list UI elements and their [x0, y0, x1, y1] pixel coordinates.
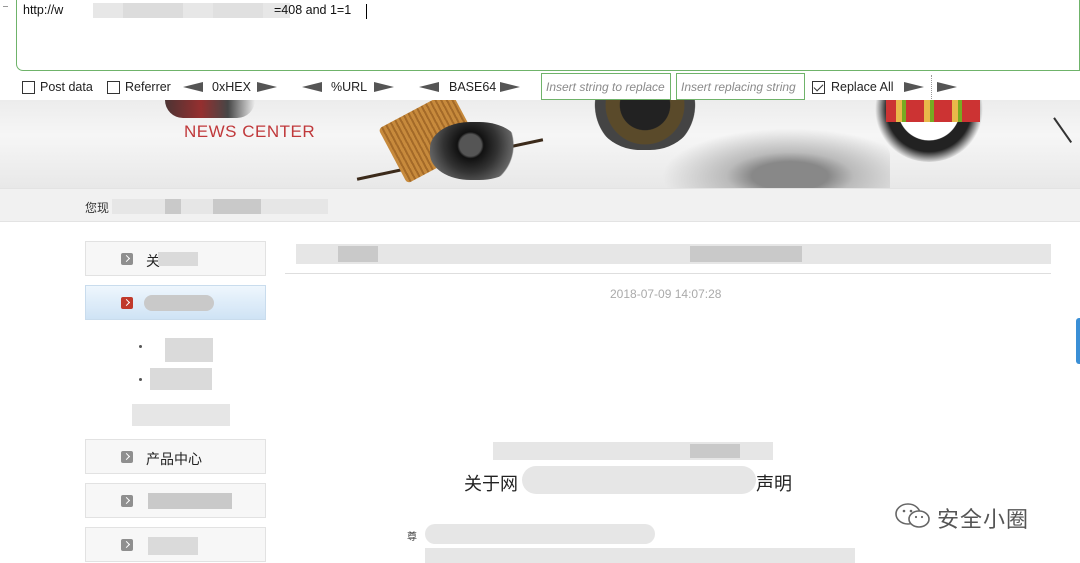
product-photo-strip: [886, 100, 980, 122]
sidebar-item-about[interactable]: 关: [85, 241, 266, 276]
toolbar-separator: [931, 75, 932, 99]
body-redaction-blur: [425, 524, 655, 544]
replace-all-checkbox[interactable]: [812, 81, 825, 94]
url-redaction-blur: [93, 3, 290, 18]
hex-decode-arrow-icon[interactable]: [183, 82, 203, 92]
publish-date: 2018-07-09 14:07:28: [610, 287, 722, 301]
label-redaction-blur: [158, 252, 198, 266]
url-decode-arrow-icon[interactable]: [302, 82, 322, 92]
salutation-text: 尊: [407, 532, 417, 543]
sidebar-item-products[interactable]: 产品中心: [85, 439, 266, 474]
feedback-side-tab[interactable]: [1076, 318, 1080, 364]
url-text: http://w: [23, 3, 64, 17]
label-redaction-blur: [148, 537, 198, 555]
watermark-text: 安全小圈: [937, 507, 1030, 532]
url-suffix-text: =408 and 1=1: [274, 3, 352, 17]
chevron-right-icon: [121, 253, 133, 265]
chevron-right-icon: [121, 495, 133, 507]
chevron-right-icon: [121, 451, 133, 463]
sidebar-item-5[interactable]: [85, 527, 266, 562]
base64-encode-arrow-icon[interactable]: [500, 82, 520, 92]
replace-arrow-icon[interactable]: [904, 82, 924, 92]
post-data-checkbox[interactable]: [22, 81, 35, 94]
subitem-redaction-blur[interactable]: [165, 338, 213, 362]
window-edge-mark: [3, 6, 8, 7]
blur-block: [690, 246, 802, 262]
sidebar-item-4[interactable]: [85, 483, 266, 518]
breadcrumb: 您现: [0, 188, 1080, 222]
bullet-icon: [139, 345, 142, 348]
declaration-heading-start: 关于网: [464, 474, 518, 494]
chevron-right-icon: [121, 539, 133, 551]
insert-string-input[interactable]: Insert string to replace: [541, 73, 671, 100]
wechat-icon: [895, 503, 930, 528]
base64-label: BASE64: [449, 80, 497, 94]
referrer-label[interactable]: Referrer: [125, 80, 171, 94]
declaration-heading-end: 声明: [756, 474, 792, 494]
breadcrumb-prefix: 您现: [85, 201, 110, 215]
url-textarea[interactable]: http://w =408 and 1=1: [16, 0, 1080, 71]
subitem-redaction-blur[interactable]: [132, 404, 230, 426]
base64-decode-arrow-icon[interactable]: [419, 82, 439, 92]
url-encode-label: %URL: [331, 80, 368, 94]
replacing-string-input[interactable]: Insert replacing string: [676, 73, 805, 100]
article-title-redaction-blur: [296, 244, 1051, 264]
inkstone-image: [430, 122, 520, 180]
chevron-right-icon: [121, 297, 133, 309]
replace-back-arrow-icon[interactable]: [937, 82, 957, 92]
hex-encode-arrow-icon[interactable]: [257, 82, 277, 92]
replace-all-label[interactable]: Replace All: [831, 80, 894, 94]
news-center-heading: NEWS CENTER: [184, 122, 316, 141]
hackbar-toolbar: Post data Referrer 0xHEX %URL BASE64 Ins…: [0, 73, 1080, 100]
sidebar-item-label: 产品中心: [146, 451, 202, 467]
subitem-redaction-blur[interactable]: [150, 368, 212, 390]
label-redaction-blur: [144, 295, 214, 311]
post-data-label[interactable]: Post data: [40, 80, 93, 94]
sidebar-item-news[interactable]: [85, 285, 266, 320]
url-encode-arrow-icon[interactable]: [374, 82, 394, 92]
bullet-icon: [139, 378, 142, 381]
blur-block: [690, 444, 740, 458]
declaration-redaction-blur: [522, 466, 756, 494]
calligraphy-logo: [165, 100, 255, 118]
text-caret: [366, 4, 367, 19]
hex-label: 0xHEX: [212, 80, 251, 94]
blur-block: [165, 199, 181, 214]
label-redaction-blur: [148, 493, 232, 509]
blur-block: [338, 246, 378, 262]
bamboo-branch-image: [1053, 106, 1080, 144]
referrer-checkbox[interactable]: [107, 81, 120, 94]
title-divider: [285, 273, 1051, 274]
blur-block: [213, 199, 261, 214]
site-banner: NEWS CENTER: [0, 100, 1080, 188]
body-redaction-blur: [425, 548, 855, 563]
